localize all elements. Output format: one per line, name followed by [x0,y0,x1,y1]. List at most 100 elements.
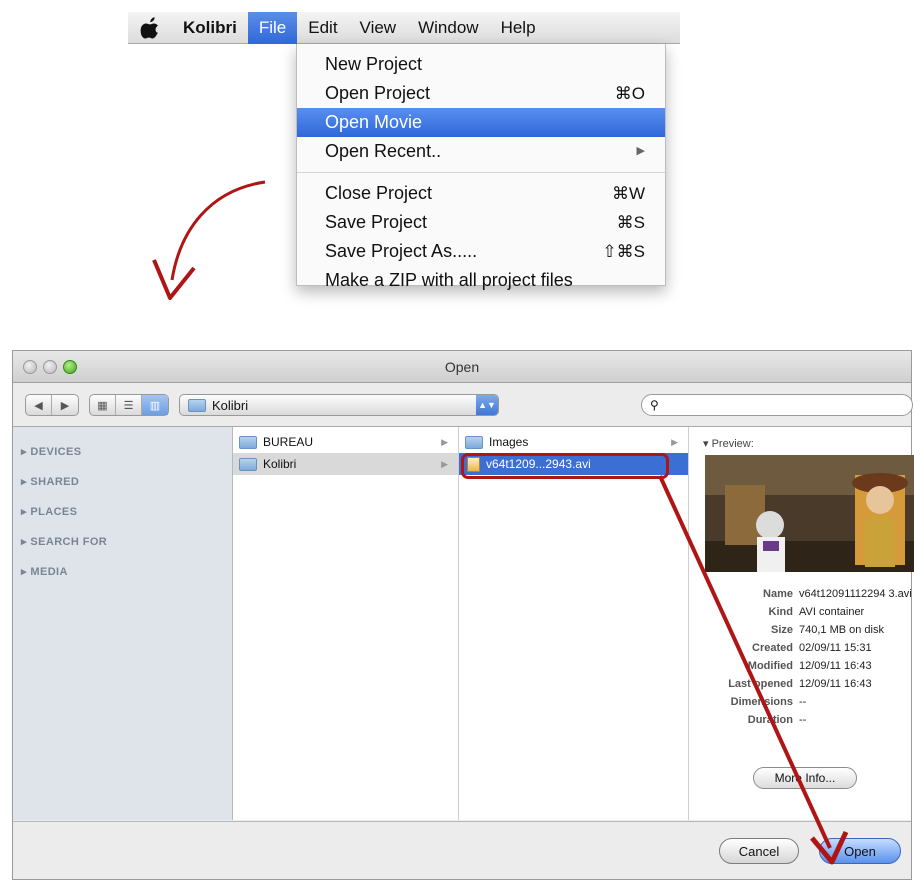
more-info-button[interactable]: More Info... [753,767,857,789]
menu-item-shortcut: ⌘W [611,184,645,203]
sidebar: ▸ DEVICES ▸ SHARED ▸ PLACES ▸ SEARCH FOR… [13,427,233,820]
minimize-window-icon[interactable] [43,360,57,374]
menu-item-open-project[interactable]: Open Project ⌘O [297,79,665,108]
curved-arrow-icon [152,180,266,300]
chevron-right-icon: ▶ [671,436,678,447]
list-view-icon[interactable]: ☰ [116,395,142,415]
menu-item-open-recent[interactable]: Open Recent.. ▶ [297,137,665,166]
menu-item-label: Save Project [325,212,428,232]
menu-help[interactable]: Help [490,12,547,44]
screenshot-canvas: Kolibri File Edit View Window Help New P… [0,0,914,890]
menu-item-shortcut: ⌘O [614,84,645,103]
folder-icon [465,435,483,449]
browser-body: ▸ DEVICES ▸ SHARED ▸ PLACES ▸ SEARCH FOR… [13,426,914,820]
info-value: 740,1 MB on disk [799,624,884,636]
info-value: 12/09/11 16:43 [799,678,872,690]
menu-item-label: New Project [325,54,423,74]
apple-icon[interactable] [128,16,172,39]
menu-item-label: Make a ZIP with all project files [325,270,573,290]
dialog-toolbar: ◀ ▶ ▦ ☰ ▥ Kolibri ▲▼ ⚲ [13,384,913,426]
info-value: AVI container [799,606,865,618]
search-icon: ⚲ [650,398,659,412]
menu-edit[interactable]: Edit [297,12,348,44]
location-popup-label: Kolibri [212,397,249,413]
menu-separator [297,172,665,173]
info-row: Size 740,1 MB on disk [689,621,914,639]
close-window-icon[interactable] [23,360,37,374]
sidebar-item-media[interactable]: ▸ MEDIA [13,557,232,587]
list-item[interactable]: BUREAU ▶ [233,431,458,453]
info-value: -- [799,696,807,708]
back-forward-control: ◀ ▶ [25,394,79,416]
info-row: Last opened 12/09/11 16:43 [689,675,914,693]
menu-item-label: Close Project [325,183,433,203]
list-item[interactable]: Kolibri ▶ [233,453,458,475]
sidebar-item-search-for[interactable]: ▸ SEARCH FOR [13,527,232,557]
menu-file[interactable]: File [247,11,298,44]
info-key: Last opened [728,678,793,690]
open-dialog: Open ◀ ▶ ▦ ☰ ▥ Kolibri ▲▼ ⚲ ▸ DEVICES ▸ … [12,350,914,880]
sidebar-item-label: PLACES [30,506,78,518]
chevron-right-icon: ▶ [441,436,448,447]
info-value: 12/09/11 16:43 [799,660,872,672]
info-key: Kind [768,606,793,618]
info-key: Dimensions [730,696,793,708]
menu-item-open-movie[interactable]: Open Movie [297,108,665,137]
info-key: Modified [747,660,793,672]
sidebar-item-label: SEARCH FOR [30,536,108,548]
info-value: v64t12091112294 3.avi [799,588,912,600]
info-row: Duration -- [689,711,914,729]
file-menu-dropdown: New Project Open Project ⌘O Open Movie O… [296,44,666,290]
sidebar-item-label: SHARED [30,476,80,488]
chevron-right-icon: ▶ [441,458,448,469]
forward-arrow-icon[interactable]: ▶ [52,395,78,415]
movie-thumbnail [705,455,914,572]
sidebar-item-places[interactable]: ▸ PLACES [13,497,232,527]
menu-item-save-project-as[interactable]: Save Project As..... ⇧⌘S [297,237,665,266]
menu-item-save-project[interactable]: Save Project ⌘S [297,208,665,237]
browser-column-1: BUREAU ▶ Kolibri ▶ [233,427,459,820]
zoom-window-icon[interactable] [63,360,77,374]
dialog-title: Open [444,359,480,375]
menu-item-label: Save Project As..... [325,241,478,261]
open-button[interactable]: Open [819,838,901,864]
browser-column-2: Images ▶ v64t1209...2943.avi [459,427,689,820]
preview-label-text: Preview: [711,438,754,450]
menubar-app-name[interactable]: Kolibri [172,12,248,44]
menubar: Kolibri File Edit View Window Help [128,11,680,44]
location-popup[interactable]: Kolibri ▲▼ [179,394,499,416]
menu-view[interactable]: View [349,12,408,44]
menu-item-label: Open Movie [325,112,423,132]
preview-pane: ▾ Preview: Name v64t12091112294 3.avi Ki… [689,427,914,820]
info-key: Size [770,624,793,636]
info-row: Dimensions -- [689,693,914,711]
menu-item-close-project[interactable]: Close Project ⌘W [297,179,665,208]
menu-item-new-project[interactable]: New Project [297,50,665,79]
submenu-arrow-icon: ▶ [636,145,645,157]
menu-item-make-zip[interactable]: Make a ZIP with all project files [297,266,665,295]
column-view-icon[interactable]: ▥ [142,395,168,415]
info-key: Created [752,642,793,654]
list-item-label: BUREAU [263,435,314,449]
icon-view-icon[interactable]: ▦ [90,395,116,415]
back-arrow-icon[interactable]: ◀ [26,395,52,415]
menu-item-label: Open Recent.. [325,141,442,161]
info-row: Name v64t12091112294 3.avi [689,585,914,603]
menu-item-shortcut: ⌘S [616,213,645,232]
info-value: 02/09/11 15:31 [799,642,872,654]
menu-window[interactable]: Window [407,12,489,44]
view-mode-control: ▦ ☰ ▥ [89,394,169,416]
folder-icon [188,398,206,412]
sidebar-item-shared[interactable]: ▸ SHARED [13,467,232,497]
sidebar-item-devices[interactable]: ▸ DEVICES [13,437,232,467]
info-key: Duration [747,714,793,726]
dialog-titlebar: Open [13,351,911,383]
info-row: Created 02/09/11 15:31 [689,639,914,657]
list-item-label: Images [489,435,529,449]
annotation-highlight-box [461,453,669,479]
cancel-button[interactable]: Cancel [719,838,799,864]
search-field[interactable]: ⚲ [641,394,913,416]
list-item[interactable]: Images ▶ [459,431,688,453]
sidebar-item-label: DEVICES [30,446,82,458]
window-controls [23,360,77,374]
